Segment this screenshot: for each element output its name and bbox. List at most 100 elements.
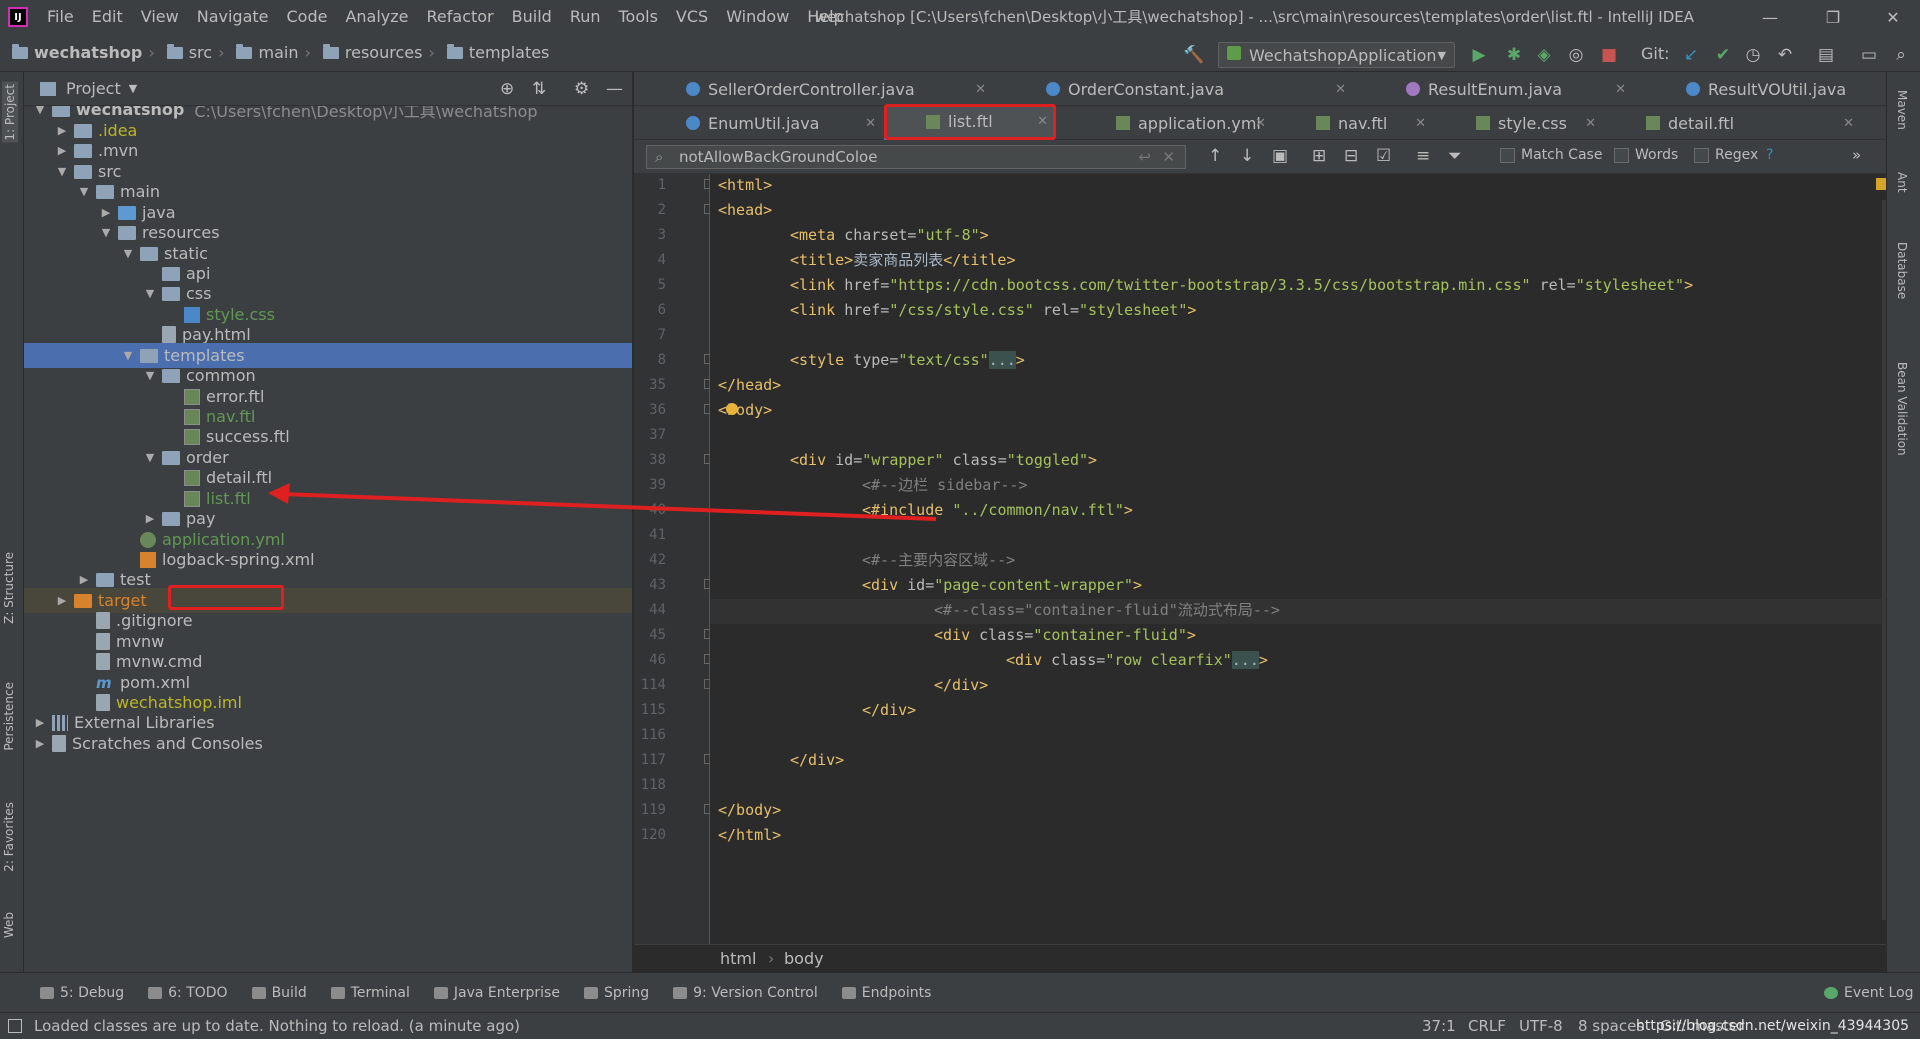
layout-icon[interactable]: ▭ <box>1858 44 1880 66</box>
close-tab-icon[interactable]: ✕ <box>1585 116 1596 131</box>
menu-edit[interactable]: Edit <box>83 0 132 34</box>
coverage-icon[interactable]: ◈ <box>1533 44 1555 66</box>
intention-bulb-icon[interactable] <box>726 403 738 415</box>
event-log-button[interactable]: Event Log <box>1824 985 1914 1001</box>
collapsed-arrow-icon[interactable]: ▶ <box>32 737 48 750</box>
code-line-115[interactable]: </div> <box>862 698 916 723</box>
remove-occurrence-icon[interactable]: ⊟ <box>1344 146 1358 166</box>
code-line-114[interactable]: </div> <box>934 673 988 698</box>
tab-detail-ftl[interactable]: detail.ftl ✕ <box>1604 106 1860 140</box>
code-line-119[interactable]: </body> <box>718 798 781 823</box>
hide-panel-icon[interactable]: — <box>606 79 623 99</box>
code-line-8[interactable]: <style type="text/css"...> <box>790 348 1025 373</box>
code-editor[interactable]: <html> <head> <meta charset="utf-8"> <title… <box>710 174 1886 944</box>
code-line-3[interactable]: <meta charset="utf-8"> <box>790 223 989 248</box>
tab-sellerordercontroller-java[interactable]: SellerOrderController.java ✕ <box>634 72 992 106</box>
menu-view[interactable]: View <box>132 0 188 34</box>
toolwindow-5-debug[interactable]: 5: Debug <box>40 985 124 1001</box>
expanded-arrow-icon[interactable]: ▼ <box>120 349 136 362</box>
menu-window[interactable]: Window <box>717 0 798 34</box>
tab-resultenum-java[interactable]: ResultEnum.java ✕ <box>1354 72 1632 106</box>
close-tab-icon[interactable]: ✕ <box>975 82 986 97</box>
git-history-icon[interactable]: ◷ <box>1742 44 1764 66</box>
close-tab-icon[interactable]: ✕ <box>1415 116 1426 131</box>
tab-orderconstant-java[interactable]: OrderConstant.java ✕ <box>994 72 1352 106</box>
close-window-icon[interactable]: ✕ <box>1868 0 1918 34</box>
menu-file[interactable]: File <box>38 0 83 34</box>
code-line-45[interactable]: <div class="container-fluid"> <box>934 623 1196 648</box>
expanded-arrow-icon[interactable]: ▼ <box>32 106 48 116</box>
tab-resultvoutil-java[interactable]: ResultVOUtil.java✕ <box>1634 72 1920 106</box>
filter-icon[interactable]: ⏷ <box>1448 146 1462 166</box>
toolwindow-6-todo[interactable]: 6: TODO <box>148 985 228 1001</box>
crumb-resources[interactable]: resources › <box>322 43 435 62</box>
bean-validation-tool-button[interactable]: Bean Validation <box>1895 362 1909 456</box>
file-encoding[interactable]: UTF-8 <box>1519 1017 1563 1035</box>
menu-run[interactable]: Run <box>561 0 610 34</box>
toolwindow-java-enterprise[interactable]: Java Enterprise <box>433 985 560 1001</box>
project-view-selector[interactable]: Project <box>66 79 121 98</box>
close-tab-icon[interactable]: ✕ <box>1843 116 1854 131</box>
git-rollback-icon[interactable]: ↶ <box>1774 44 1796 66</box>
ant-tool-button[interactable]: Ant <box>1895 172 1909 193</box>
locate-icon[interactable]: ⊕ <box>500 79 514 99</box>
tab-enumutil-java[interactable]: EnumUtil.java ✕ <box>634 106 882 140</box>
regex-help-icon[interactable]: ? <box>1766 147 1773 163</box>
crumb-wechatshop[interactable]: wechatshop › <box>12 43 155 62</box>
run-configuration-select[interactable]: WechatshopApplication ▼ <box>1218 42 1455 68</box>
expanded-arrow-icon[interactable]: ▼ <box>142 451 158 464</box>
context-icon[interactable]: ≡ <box>1416 146 1430 166</box>
code-line-117[interactable]: </div> <box>790 748 844 773</box>
tab-nav-ftl[interactable]: nav.ftl ✕ <box>1274 106 1432 140</box>
select-all-matches-icon[interactable]: ☑ <box>1376 146 1391 166</box>
toolwindow-spring[interactable]: Spring <box>583 985 649 1001</box>
chevron-down-icon[interactable]: ▼ <box>129 82 137 95</box>
replace-history-icon[interactable]: ↩ <box>1138 146 1151 168</box>
profile-icon[interactable]: ◎ <box>1565 44 1587 66</box>
code-line-43[interactable]: <div id="page-content-wrapper"> <box>862 573 1142 598</box>
project-tool-button[interactable]: 1: Project <box>2 82 18 143</box>
expanded-arrow-icon[interactable]: ▼ <box>76 185 92 198</box>
add-occurrence-icon[interactable]: ⊞ <box>1312 146 1326 166</box>
code-line-46[interactable]: <div class="row clearfix"...> <box>1006 648 1268 673</box>
collapsed-arrow-icon[interactable]: ▶ <box>142 512 158 525</box>
code-line-35[interactable]: </head> <box>718 373 781 398</box>
database-tool-button[interactable]: Database <box>1895 242 1909 299</box>
caret-position[interactable]: 37:1 <box>1422 1017 1456 1035</box>
toggle-tool-windows-icon[interactable] <box>8 1019 22 1033</box>
line-separator[interactable]: CRLF <box>1468 1017 1506 1035</box>
code-line-5[interactable]: <link href="https://cdn.bootcss.com/twit… <box>790 273 1693 298</box>
close-tab-icon[interactable]: ✕ <box>1255 116 1266 131</box>
minimize-icon[interactable]: — <box>1745 0 1795 34</box>
toolwindow-endpoints[interactable]: Endpoints <box>841 985 931 1001</box>
maven-tool-button[interactable]: Maven <box>1895 90 1909 130</box>
expanded-arrow-icon[interactable]: ▼ <box>54 165 70 178</box>
breadcrumb-body[interactable]: body <box>784 949 824 968</box>
crumb-templates[interactable]: templates <box>446 43 549 62</box>
close-tab-icon[interactable]: ✕ <box>1615 82 1626 97</box>
collapse-all-icon[interactable]: ⇅ <box>532 79 546 99</box>
breadcrumb-html[interactable]: html <box>720 949 756 968</box>
code-line-6[interactable]: <link href="/css/style.css" rel="stylesh… <box>790 298 1196 323</box>
clear-search-icon[interactable]: ✕ <box>1162 146 1175 168</box>
match-case-checkbox[interactable]: Match Case <box>1500 147 1602 163</box>
persistence-tool-button[interactable]: Persistence <box>2 682 16 751</box>
menu-tools[interactable]: Tools <box>610 0 667 34</box>
structure-tool-button[interactable]: Z: Structure <box>2 552 16 624</box>
project-structure-icon[interactable]: ▤ <box>1815 44 1837 66</box>
tree-item-scratches-and-consoles[interactable]: ▶ Scratches and Consoles <box>24 731 632 756</box>
build-hammer-icon[interactable]: 🔨 <box>1183 44 1205 66</box>
close-tab-icon[interactable]: ✕ <box>865 116 876 131</box>
menu-refactor[interactable]: Refactor <box>418 0 503 34</box>
previous-occurrence-icon[interactable]: ↑ <box>1208 146 1222 166</box>
menu-code[interactable]: Code <box>278 0 337 34</box>
restore-icon[interactable]: ❐ <box>1808 0 1858 34</box>
tab-application-yml[interactable]: application.yml ✕ <box>1074 106 1272 140</box>
menu-vcs[interactable]: VCS <box>667 0 717 34</box>
git-update-icon[interactable]: ↙ <box>1680 44 1702 66</box>
regex-checkbox[interactable]: Regex <box>1694 147 1758 163</box>
collapsed-arrow-icon[interactable]: ▶ <box>54 124 70 137</box>
indent-setting[interactable]: 8 spaces <box>1578 1017 1644 1035</box>
close-tab-icon[interactable]: ✕ <box>1335 82 1346 97</box>
debug-icon[interactable]: ✱ <box>1503 44 1525 66</box>
